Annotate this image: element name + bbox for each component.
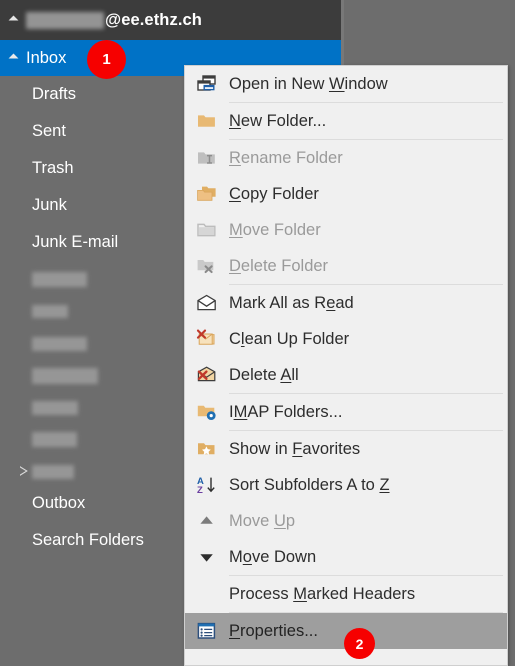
account-header-row[interactable]: @ee.ethz.ch <box>0 0 341 40</box>
move-up-icon <box>185 503 229 539</box>
properties-icon <box>185 613 229 649</box>
menu-item-label: Sort Subfolders A to Z <box>229 477 390 494</box>
sidebar-item-label: Search Folders <box>32 531 144 550</box>
menu-item-label: New Folder... <box>229 113 326 130</box>
redacted-folder-name <box>32 432 77 447</box>
menu-item-clean-up-folder[interactable]: Clean Up Folder <box>185 321 507 357</box>
callout-badge-2: 2 <box>344 628 375 659</box>
redacted-folder-name <box>32 337 87 351</box>
no-icon <box>185 576 229 612</box>
redacted-folder-name <box>32 368 98 384</box>
menu-item-label: Open in New Window <box>229 76 388 93</box>
triangle-down-icon[interactable] <box>9 53 19 63</box>
sidebar-item-label: Sent <box>32 122 66 141</box>
menu-item-label: Move Folder <box>229 222 321 239</box>
menu-item-rename-folder: Rename Folder <box>185 140 507 176</box>
svg-text:Z: Z <box>197 485 203 495</box>
sort-a-to-z-icon: AZ <box>185 467 229 503</box>
folder-context-menu: Open in New Window New Folder... Rename Fo… <box>184 65 508 666</box>
sidebar-item-label: Inbox <box>26 49 66 68</box>
redacted-folder-name <box>32 305 68 318</box>
menu-item-process-marked-headers[interactable]: Process Marked Headers <box>185 576 507 612</box>
menu-item-move-up: Move Up <box>185 503 507 539</box>
move-down-icon <box>185 539 229 575</box>
menu-item-label: Properties... <box>229 623 318 640</box>
menu-item-imap-folders[interactable]: IMAP Folders... <box>185 394 507 430</box>
sidebar-item-label: Drafts <box>32 85 76 104</box>
redacted-folder-name <box>32 272 87 287</box>
delete-all-icon <box>185 357 229 393</box>
rename-folder-icon <box>185 140 229 176</box>
redacted-folder-name <box>32 401 78 415</box>
menu-item-label: Copy Folder <box>229 186 319 203</box>
menu-item-show-in-favorites[interactable]: Show in Favorites <box>185 431 507 467</box>
menu-item-open-in-new-window[interactable]: Open in New Window <box>185 66 507 102</box>
account-name: @ee.ethz.ch <box>26 11 202 30</box>
triangle-right-icon[interactable] <box>20 467 28 477</box>
clean-up-folder-icon <box>185 321 229 357</box>
callout-badge-1: 1 <box>87 40 126 79</box>
sidebar-item-label: Junk <box>32 196 67 215</box>
move-folder-icon <box>185 212 229 248</box>
menu-item-sort-subfolders-a-to-z[interactable]: AZSort Subfolders A to Z <box>185 467 507 503</box>
menu-item-label: Clean Up Folder <box>229 331 349 348</box>
menu-item-move-down[interactable]: Move Down <box>185 539 507 575</box>
menu-item-copy-folder[interactable]: Copy Folder <box>185 176 507 212</box>
menu-item-label: Delete Folder <box>229 258 328 275</box>
triangle-down-icon[interactable] <box>9 15 19 25</box>
menu-item-delete-folder: Delete Folder <box>185 248 507 284</box>
mark-all-as-read-icon <box>185 285 229 321</box>
menu-item-label: IMAP Folders... <box>229 404 342 421</box>
copy-folder-icon <box>185 176 229 212</box>
menu-item-new-folder[interactable]: New Folder... <box>185 103 507 139</box>
delete-folder-icon <box>185 248 229 284</box>
menu-item-label: Move Down <box>229 549 316 566</box>
sidebar-item-label: Trash <box>32 159 74 178</box>
imap-folders-icon <box>185 394 229 430</box>
menu-item-label: Delete All <box>229 367 299 384</box>
menu-item-delete-all[interactable]: Delete All <box>185 357 507 393</box>
menu-item-label: Mark All as Read <box>229 295 354 312</box>
show-in-favorites-icon <box>185 431 229 467</box>
menu-item-mark-all-as-read[interactable]: Mark All as Read <box>185 285 507 321</box>
sidebar-item-label: Junk E-mail <box>32 233 118 252</box>
menu-item-label: Rename Folder <box>229 150 343 167</box>
menu-item-label: Move Up <box>229 513 295 530</box>
menu-item-label: Show in Favorites <box>229 441 360 458</box>
menu-item-move-folder: Move Folder <box>185 212 507 248</box>
sidebar-item-label: Outbox <box>32 494 85 513</box>
redacted-email-prefix <box>26 12 104 29</box>
menu-item-label: Process Marked Headers <box>229 586 415 603</box>
open-in-new-window-icon <box>185 66 229 102</box>
redacted-folder-name <box>32 465 74 479</box>
new-folder-icon <box>185 103 229 139</box>
account-domain: @ee.ethz.ch <box>105 11 202 30</box>
